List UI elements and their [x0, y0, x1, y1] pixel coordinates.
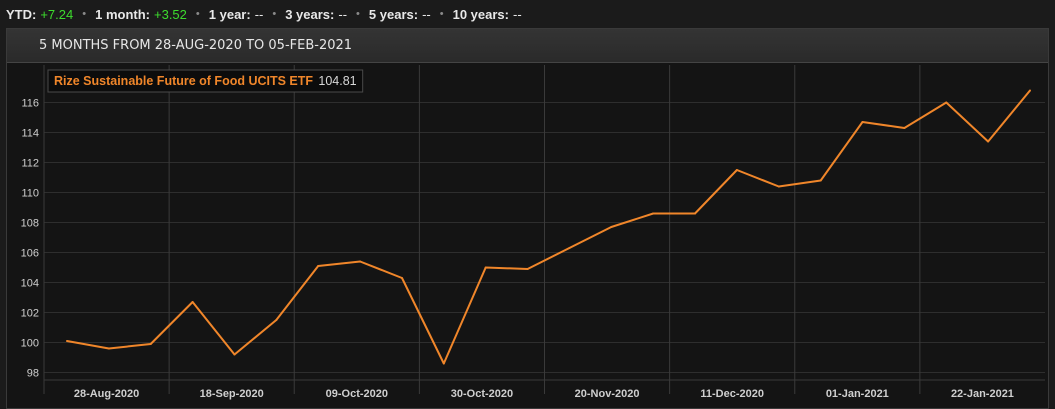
separator-dot: • — [82, 8, 87, 20]
data-point — [610, 226, 613, 228]
performance-item: 10 years: -- — [453, 7, 522, 22]
data-point — [1029, 89, 1031, 92]
performance-label: 10 years: — [452, 6, 509, 22]
performance-label: 1 year: — [208, 6, 251, 22]
x-tick-label: 28-Aug-2020 — [74, 388, 139, 400]
y-tick-label: 106 — [21, 248, 39, 260]
y-tick-label: 116 — [21, 98, 39, 110]
data-point — [652, 212, 655, 215]
performance-item: YTD: +7.24 — [6, 7, 73, 22]
data-point — [275, 319, 278, 321]
data-point — [442, 362, 445, 365]
y-tick-label: 100 — [21, 338, 39, 350]
performance-item: 3 years: -- — [285, 7, 347, 22]
performance-bar: YTD: +7.24 • 1 month: +3.52 • 1 year: -- • 3 year… — [0, 0, 1055, 28]
data-point — [777, 185, 780, 188]
separator-dot: • — [356, 8, 360, 20]
performance-label: 1 month: — [95, 6, 150, 22]
y-tick-label: 102 — [21, 308, 39, 320]
data-point — [484, 266, 487, 269]
legend-last-value: 104.81 — [318, 74, 356, 88]
data-point — [66, 340, 68, 342]
y-tick-label: 114 — [21, 128, 39, 140]
separator-dot: • — [439, 8, 444, 20]
data-point — [694, 212, 697, 215]
data-point — [191, 301, 194, 303]
price-chart: 98 100 102 104 106 108 110 112 114 116 28-Aug-2020… — [21, 65, 1045, 400]
performance-value: -- — [422, 6, 431, 22]
x-tick-label: 01-Jan-2021 — [826, 388, 889, 400]
data-point — [568, 247, 571, 249]
data-point — [317, 265, 320, 267]
chart-panel: 5 MONTHS FROM 28-AUG-2020 TO 05-FEB-2021… — [6, 28, 1049, 409]
data-point — [359, 260, 362, 263]
performance-item: 1 year: -- — [209, 7, 264, 22]
performance-item: 5 years: -- — [369, 7, 431, 22]
x-tick-label: 20-Nov-2020 — [575, 388, 640, 400]
performance-value: -- — [254, 6, 264, 22]
data-point — [945, 101, 948, 104]
data-point — [903, 127, 906, 129]
separator-dot: • — [195, 8, 200, 20]
y-tick-label: 104 — [21, 278, 39, 290]
x-tick-label: 22-Jan-2021 — [951, 388, 1014, 400]
y-tick-label: 110 — [21, 188, 39, 200]
x-tick-label: 18-Sep-2020 — [200, 388, 264, 400]
data-point — [400, 277, 403, 279]
y-tick-label: 112 — [21, 158, 39, 170]
x-tick-label: 09-Oct-2020 — [326, 388, 388, 400]
x-tick-label: 30-Oct-2020 — [451, 388, 513, 400]
performance-label: 3 years: — [285, 6, 335, 22]
y-tick-label: 108 — [21, 218, 39, 230]
performance-label: 5 years: — [368, 6, 419, 22]
legend-series-name: Rize Sustainable Future of Food UCITS ET… — [54, 74, 313, 88]
separator-dot: • — [272, 8, 277, 20]
data-point — [107, 347, 110, 350]
data-point — [735, 169, 738, 171]
data-point — [819, 179, 822, 182]
data-point — [861, 121, 864, 123]
performance-value: -- — [512, 6, 522, 22]
performance-item: 1 month: +3.52 — [95, 7, 187, 22]
data-point — [149, 343, 152, 345]
performance-value: +7.24 — [40, 6, 74, 22]
performance-value: -- — [338, 6, 348, 22]
performance-value: +3.52 — [154, 6, 187, 22]
y-tick-label: 98 — [27, 368, 39, 380]
x-tick-label: 11-Dec-2020 — [700, 388, 764, 400]
data-point — [233, 353, 236, 356]
data-point — [987, 140, 990, 143]
data-point — [526, 268, 529, 270]
performance-label: YTD: — [6, 6, 37, 22]
